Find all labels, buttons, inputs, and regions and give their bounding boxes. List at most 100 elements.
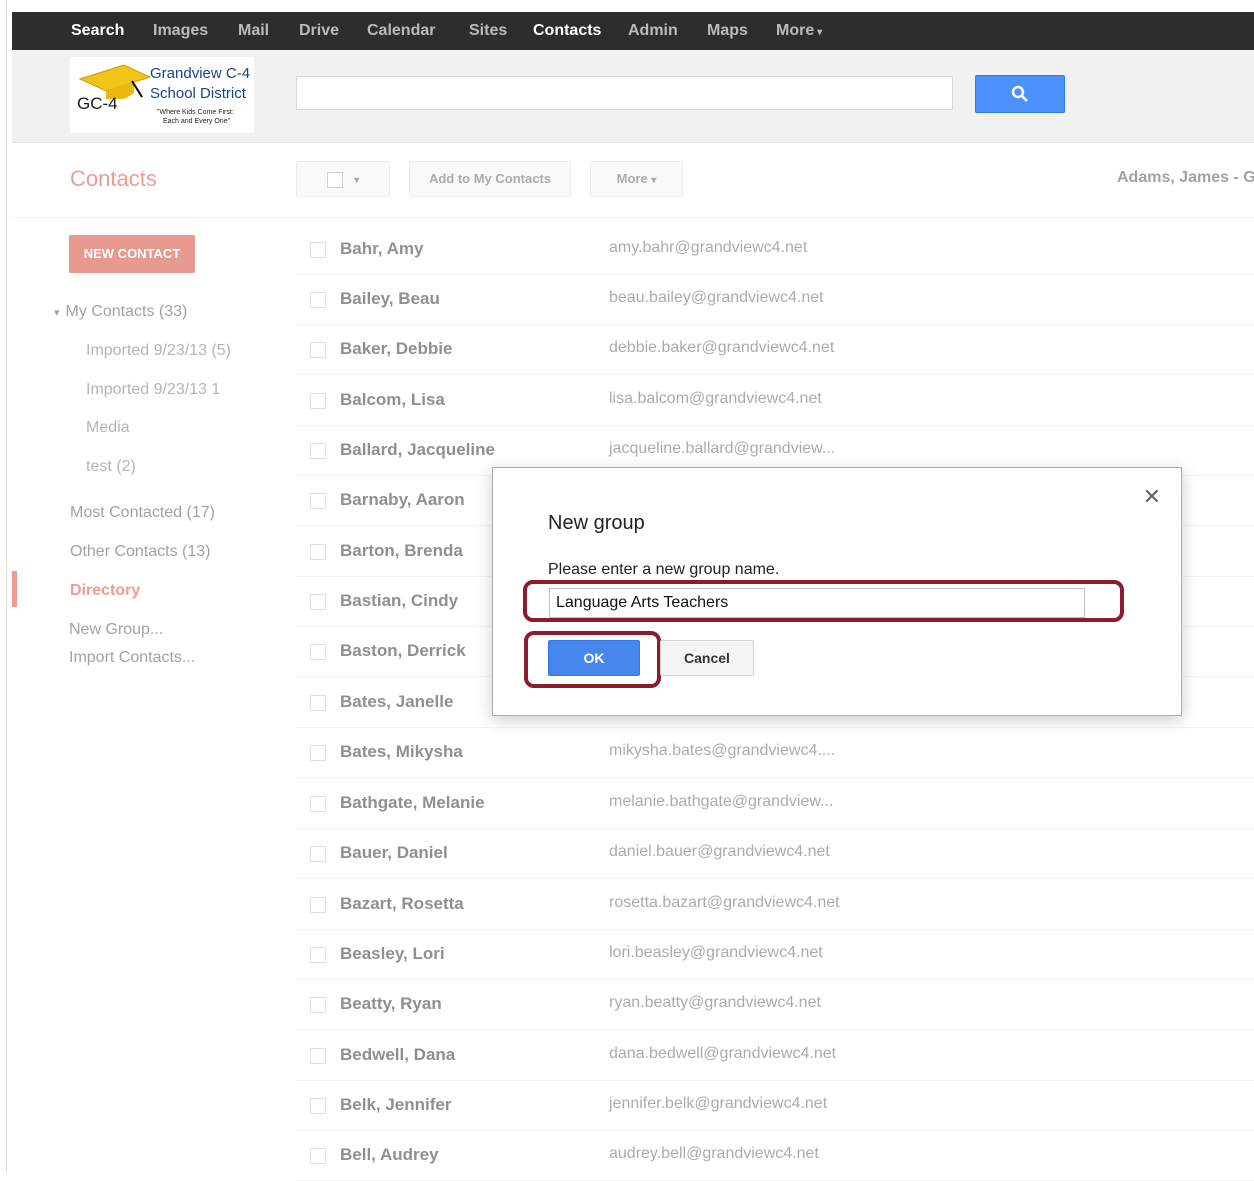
nav-contacts[interactable]: Contacts [533,12,601,50]
search-input[interactable] [296,76,953,110]
contact-row[interactable]: Baker, Debbie debbie.baker@grandviewc4.ne… [296,325,1254,375]
contact-row[interactable]: Bailey, Beau beau.bailey@grandviewc4.net [296,275,1254,325]
add-to-my-contacts-button[interactable]: Add to My Contacts [409,161,571,197]
row-checkbox[interactable] [310,393,326,409]
row-checkbox[interactable] [310,1098,326,1114]
district-logo[interactable]: GC-4 Grandview C-4 School District "Wher… [70,57,254,133]
contact-row[interactable]: Bauer, Daniel daniel.bauer@grandviewc4.ne… [296,829,1254,879]
contact-email: melanie.bathgate@grandview... [609,793,834,810]
row-checkbox[interactable] [310,544,326,560]
caret-down-icon: ▾ [354,175,360,186]
nav-mail[interactable]: Mail [238,12,269,50]
contact-email: debbie.baker@grandviewc4.net [609,339,835,356]
contact-row[interactable]: Belk, Jennifer jennifer.belk@grandviewc4.… [296,1081,1254,1131]
logo-tagline2: Each and Every One" [163,118,231,125]
contact-name: Bedwell, Dana [340,1045,456,1064]
row-checkbox[interactable] [310,997,326,1013]
row-checkbox[interactable] [310,292,326,308]
new-contact-button[interactable]: NEW CONTACT [69,235,195,273]
contact-name: Bailey, Beau [340,289,440,308]
row-checkbox[interactable] [310,796,326,812]
logo-abbr: GC-4 [77,94,118,113]
row-checkbox[interactable] [310,846,326,862]
contacts-app-title[interactable]: Contacts [70,166,157,192]
contact-name: Bauer, Daniel [340,843,448,862]
contact-name: Bastian, Cindy [340,591,459,610]
group-name-input[interactable] [549,588,1085,618]
row-checkbox[interactable] [310,342,326,358]
contact-email: dana.bedwell@grandviewc4.net [609,1045,837,1062]
contact-name: Barton, Brenda [340,541,463,560]
contact-email: ryan.beatty@grandviewc4.net [609,994,821,1011]
active-item-marker [12,571,17,607]
contact-row[interactable]: Beatty, Ryan ryan.beatty@grandviewc4.net [296,980,1254,1030]
row-checkbox[interactable] [310,644,326,660]
row-checkbox[interactable] [310,493,326,509]
contact-name: Baker, Debbie [340,339,453,358]
contact-row[interactable]: Bates, Mikysha mikysha.bates@grandviewc4.… [296,728,1254,778]
more-actions-button[interactable]: More ▾ [590,161,683,197]
row-checkbox[interactable] [310,594,326,610]
sidebar-item-group[interactable]: test (2) [86,458,136,476]
sidebar-item-group[interactable]: Imported 9/23/13 1 [86,381,220,399]
close-icon[interactable]: ✕ [1143,484,1161,510]
more-label: More [616,171,648,186]
cancel-button[interactable]: Cancel [660,640,754,676]
nav-admin[interactable]: Admin [628,12,678,50]
row-checkbox[interactable] [310,242,326,258]
toolbar-divider [12,217,1254,218]
contact-name: Balcom, Lisa [340,390,445,409]
contact-row[interactable]: Bahr, Amy amy.bahr@grandviewc4.net [296,225,1254,275]
contact-row[interactable]: Beasley, Lori lori.beasley@grandviewc4.ne… [296,930,1254,980]
contact-email: jacqueline.ballard@grandview... [609,440,836,457]
contact-email: jennifer.belk@grandviewc4.net [609,1095,828,1112]
account-name[interactable]: Adams, James - G [1117,169,1254,187]
nav-more-label: More [776,22,815,39]
nav-more[interactable]: More ▾ [776,12,822,50]
contact-row[interactable]: Bathgate, Melanie melanie.bathgate@grandv… [296,779,1254,829]
sidebar-item-most-contacted[interactable]: Most Contacted (17) [70,504,215,522]
row-checkbox[interactable] [310,947,326,963]
contact-name: Ballard, Jacqueline [340,440,495,459]
contact-email: amy.bahr@grandviewc4.net [609,239,808,256]
header: GC-4 Grandview C-4 School District "Wher… [12,50,1254,143]
graduation-cap-icon [78,64,152,99]
dialog-title: New group [548,512,645,534]
sidebar-item-group[interactable]: Media [86,419,130,437]
row-checkbox[interactable] [310,897,326,913]
ok-button[interactable]: OK [548,640,640,676]
nav-calendar[interactable]: Calendar [367,12,435,50]
contact-email: audrey.bell@grandviewc4.net [609,1145,819,1162]
contact-name: Bazart, Rosetta [340,894,464,913]
contact-name: Bathgate, Melanie [340,793,485,812]
row-checkbox[interactable] [310,745,326,761]
logo-tagline1: "Where Kids Come First: [157,109,234,116]
caret-down-icon: ▾ [651,175,657,186]
row-checkbox[interactable] [310,443,326,459]
nav-search[interactable]: Search [71,12,124,50]
contact-row[interactable]: Balcom, Lisa lisa.balcom@grandviewc4.net [296,376,1254,426]
nav-images[interactable]: Images [153,12,208,50]
dialog-prompt: Please enter a new group name. [548,561,780,578]
search-icon [1011,85,1028,102]
sidebar-item-my-contacts[interactable]: ▾ My Contacts (33) [54,303,187,321]
contact-row[interactable]: Bazart, Rosetta rosetta.bazart@grandviewc… [296,880,1254,930]
contact-row[interactable]: Bedwell, Dana dana.bedwell@grandviewc4.ne… [296,1031,1254,1081]
nav-sites[interactable]: Sites [469,12,507,50]
contact-row[interactable]: Bell, Audrey audrey.bell@grandviewc4.net [296,1131,1254,1181]
row-checkbox[interactable] [310,1048,326,1064]
import-contacts-link[interactable]: Import Contacts... [69,649,195,667]
row-checkbox[interactable] [310,695,326,711]
new-group-link[interactable]: New Group... [69,621,163,639]
search-button[interactable] [975,75,1065,113]
sidebar-item-directory[interactable]: Directory [70,582,140,600]
nav-drive[interactable]: Drive [299,12,339,50]
sidebar-item-other-contacts[interactable]: Other Contacts (13) [70,543,211,561]
triangle-down-icon: ▾ [54,307,60,319]
row-checkbox[interactable] [310,1148,326,1164]
select-all-checkbox-menu[interactable]: ▾ [296,161,390,197]
nav-maps[interactable]: Maps [707,12,748,50]
sidebar-item-group[interactable]: Imported 9/23/13 (5) [86,342,231,360]
contact-name: Bell, Audrey [340,1145,439,1164]
contact-email: mikysha.bates@grandviewc4.... [609,742,836,759]
